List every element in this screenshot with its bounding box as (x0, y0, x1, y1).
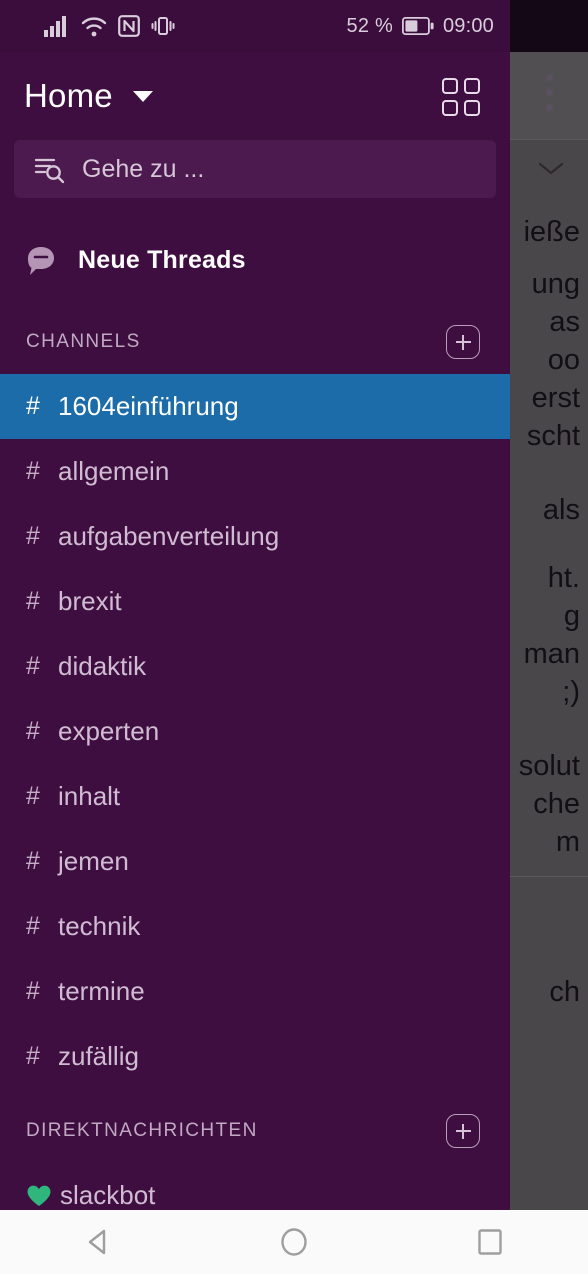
vibrate-icon (151, 15, 175, 37)
channel-name: experten (58, 716, 160, 746)
recents-square-icon[interactable] (473, 1225, 507, 1259)
channels-section-header[interactable]: CHANNELS (0, 310, 510, 374)
channel-item-termine[interactable]: # termine (0, 959, 510, 1024)
sidebar-item-threads[interactable]: Neue Threads (0, 220, 510, 300)
channel-item-technik[interactable]: # technik (0, 894, 510, 959)
search-placeholder: Gehe zu ... (82, 154, 205, 183)
back-triangle-icon[interactable] (81, 1225, 115, 1259)
channel-name: brexit (58, 586, 122, 616)
channel-name: 1604einführung (58, 391, 239, 421)
hash-icon: # (26, 652, 40, 680)
wifi-icon (81, 15, 107, 37)
channel-name: jemen (58, 846, 129, 876)
threads-label: Neue Threads (78, 245, 246, 274)
add-channel-icon[interactable] (446, 325, 480, 359)
search-input[interactable]: Gehe zu ... (14, 140, 496, 198)
grid-apps-icon[interactable] (442, 78, 480, 116)
channel-name: allgemein (58, 456, 170, 486)
channel-item-zufällig[interactable]: # zufällig (0, 1024, 510, 1089)
home-circle-icon[interactable] (277, 1225, 311, 1259)
hash-icon: # (26, 977, 40, 1005)
section-title: DIREKTNACHRICHTEN (26, 1120, 258, 1141)
green-heart-icon (26, 1184, 56, 1208)
android-navigation-bar (0, 1210, 588, 1274)
channel-item-inhalt[interactable]: # inhalt (0, 764, 510, 829)
hash-icon: # (26, 847, 40, 875)
dm-name: slackbot (60, 1180, 156, 1210)
channel-name: inhalt (58, 781, 121, 811)
threads-bubble-icon (24, 243, 58, 277)
hash-icon: # (26, 1042, 40, 1070)
status-bar-left-icons (44, 0, 175, 52)
hash-icon: # (26, 457, 40, 485)
overflow-menu-icon[interactable] (540, 74, 558, 126)
hash-icon: # (26, 392, 40, 420)
hash-icon: # (26, 912, 40, 940)
jump-to-search-icon (34, 154, 66, 184)
dm-section-header[interactable]: DIREKTNACHRICHTEN (0, 1099, 510, 1163)
page-title[interactable]: Home (24, 77, 113, 115)
channel-name: zufällig (58, 1041, 139, 1071)
channel-name: termine (58, 976, 145, 1006)
channel-name: didaktik (58, 651, 147, 681)
channel-name: technik (58, 911, 141, 941)
hash-icon: # (26, 522, 40, 550)
section-title: CHANNELS (26, 331, 141, 352)
hash-icon: # (26, 587, 40, 615)
nfc-icon (118, 15, 140, 37)
hash-icon: # (26, 782, 40, 810)
channel-item-jemen[interactable]: # jemen (0, 829, 510, 894)
battery-percent: 52 % (346, 14, 393, 37)
channel-item-brexit[interactable]: # brexit (0, 569, 510, 634)
channel-name: aufgabenverteilung (58, 521, 280, 551)
clock: 09:00 (442, 14, 494, 37)
drawer-header: Home (0, 52, 510, 140)
channel-item-experten[interactable]: # experten (0, 699, 510, 764)
phone-screen: ieße ung as oo erst scht als ht. g man;) solut che m… (0, 0, 588, 1274)
battery-icon (401, 17, 434, 35)
navigation-drawer: 52 % 09:00 Home Gehe zu ... Neue Threads… (0, 0, 510, 1210)
signal-icon (44, 15, 70, 37)
channel-item-1604einführung[interactable]: #1604einführung (0, 374, 510, 439)
status-bar-right: 52 % 09:00 (347, 0, 494, 52)
channel-item-aufgabenverteilung[interactable]: # aufgabenverteilung (0, 504, 510, 569)
channel-item-allgemein[interactable]: # allgemein (0, 439, 510, 504)
scrim-status-bar (510, 0, 588, 52)
add-direct-message-icon[interactable] (446, 1114, 480, 1148)
channel-item-didaktik[interactable]: # didaktik (0, 634, 510, 699)
channel-list: #1604einführung # allgemein # aufgabenvertei… (0, 374, 510, 1089)
status-bar: 52 % 09:00 (0, 0, 510, 52)
chevron-down-icon[interactable] (132, 90, 153, 102)
hash-icon: # (26, 717, 40, 745)
